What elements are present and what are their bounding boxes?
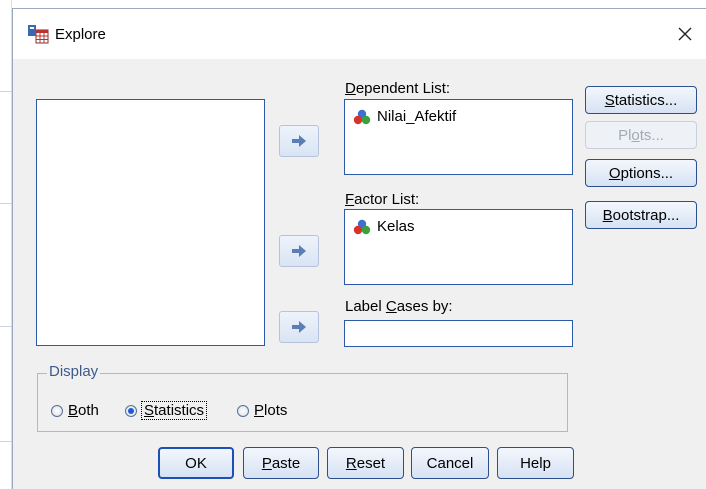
move-to-label-cases-button[interactable] [279, 311, 319, 343]
paste-button[interactable]: Paste [243, 447, 319, 479]
label-cases-field[interactable] [344, 320, 573, 347]
radio-button[interactable] [125, 404, 137, 417]
statistics-button[interactable]: Statistics... [585, 86, 697, 114]
move-to-factor-button[interactable] [279, 235, 319, 267]
move-right-arrow-icon [292, 245, 306, 257]
list-item[interactable]: Nilai_Afektif [353, 108, 456, 125]
dependent-list-label: Dependent List: [345, 80, 451, 97]
radio-plots[interactable]: Plots [237, 402, 287, 419]
list-item[interactable]: Kelas [353, 218, 415, 235]
radio-label: Both [68, 402, 99, 419]
factor-variable-name: Kelas [377, 218, 415, 235]
radio-button[interactable] [51, 404, 63, 417]
help-button[interactable]: Help [497, 447, 574, 479]
close-button[interactable] [663, 17, 706, 51]
dependent-list[interactable]: Nilai_Afektif [344, 99, 573, 175]
display-group-title: Display [47, 363, 101, 380]
ok-button[interactable]: OK [158, 447, 234, 479]
dependent-variable-name: Nilai_Afektif [377, 108, 457, 125]
radio-label: Plots [254, 402, 288, 419]
explore-dialog: Explore Dependent List: Nilai_Afektif Fa… [12, 8, 706, 489]
grid-line [0, 326, 12, 327]
grid-line [0, 441, 12, 442]
factor-list[interactable]: Kelas [344, 209, 573, 285]
move-to-dependent-button[interactable] [279, 125, 319, 157]
move-right-arrow-icon [292, 135, 306, 147]
label-cases-label: Label Cases by: [345, 298, 453, 315]
explore-app-icon [28, 25, 49, 44]
factor-list-label: Factor List: [345, 191, 420, 208]
grid-line [0, 91, 12, 92]
grid-line [0, 203, 12, 204]
options-button[interactable]: Options... [585, 159, 697, 187]
bootstrap-button[interactable]: Bootstrap... [585, 201, 697, 229]
plots-button[interactable]: Pl o ts... [585, 121, 697, 149]
cancel-button[interactable]: Cancel [411, 447, 489, 479]
move-right-arrow-icon [292, 321, 306, 333]
source-variable-list[interactable] [36, 99, 265, 346]
dialog-title: Explore [55, 26, 106, 43]
radio-label: Statistics [140, 401, 208, 420]
radio-button[interactable] [237, 404, 249, 417]
nominal-variable-icon [353, 219, 371, 234]
reset-button[interactable]: Reset [327, 447, 404, 479]
radio-both[interactable]: Both [51, 402, 99, 419]
display-groupbox [37, 373, 568, 432]
nominal-variable-icon [353, 109, 371, 124]
radio-statistics[interactable]: Statistics [125, 401, 208, 420]
title-bar: Explore [13, 9, 706, 59]
close-icon [678, 27, 692, 41]
